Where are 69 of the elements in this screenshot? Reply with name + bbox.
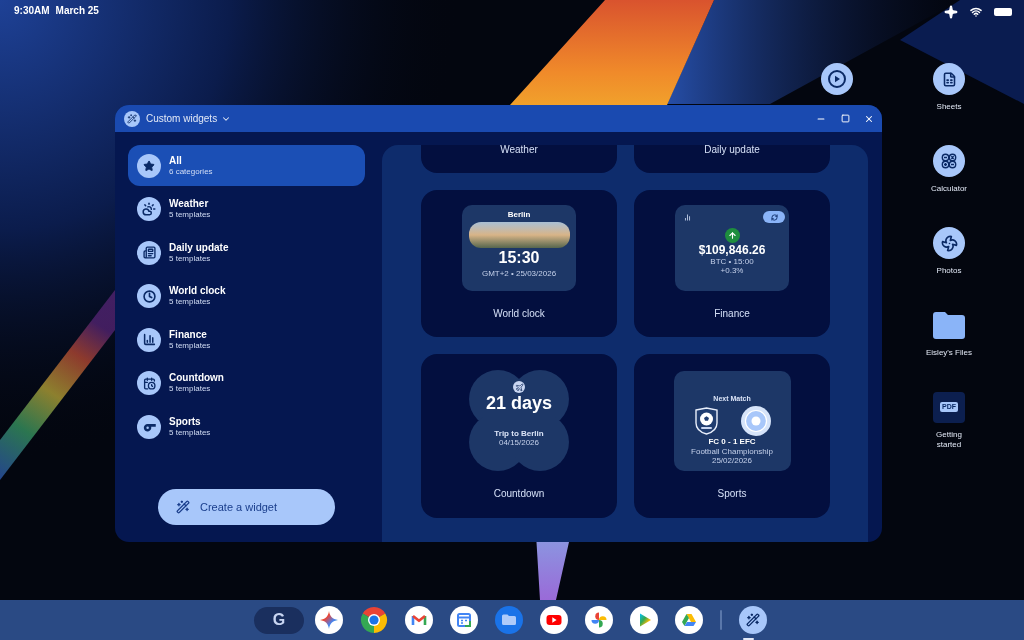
bar-chart-icon — [137, 327, 161, 352]
shortcut-label: Photos — [935, 266, 963, 276]
category-item[interactable]: Countdown 5 templates — [128, 362, 365, 404]
price-amount: $109,846.26 — [698, 243, 766, 257]
calendar-clock-icon — [137, 371, 161, 395]
whistle-icon — [137, 414, 161, 439]
category-item[interactable]: Weather 5 templates — [128, 188, 365, 230]
countdown-date: 04/15/2026 — [498, 438, 539, 447]
category-item[interactable]: All 6 categories — [128, 145, 365, 186]
widget-label: Finance — [714, 309, 750, 319]
widget-card[interactable]: $109,846.26 BTC • 15:00 +0.3% Finance — [634, 190, 830, 337]
calculator-icon[interactable] — [933, 145, 965, 177]
widget-card[interactable]: Berlin 15:30 GMT+2 • 25/03/2026 World clock — [421, 190, 617, 337]
wand-sparkle-icon — [124, 110, 140, 127]
match-score: FC 0 - 1 EFC — [708, 436, 756, 447]
folder-icon[interactable] — [495, 606, 523, 634]
pinwheel-icon[interactable] — [585, 606, 613, 634]
close-icon[interactable] — [864, 113, 874, 124]
sun-cloud-icon — [137, 197, 161, 221]
widget-label: Daily update — [704, 145, 760, 155]
category-item[interactable]: Sports 5 templates — [128, 406, 365, 447]
clock-time: 15:30 — [498, 250, 540, 266]
wifi-icon[interactable] — [970, 6, 982, 18]
price-change: +0.3% — [720, 266, 744, 275]
category-item[interactable]: Daily update 5 templates — [128, 232, 365, 273]
widget-label: Sports — [717, 489, 747, 499]
app-title-menu[interactable]: Custom widgets — [146, 112, 232, 125]
status-date: March 25 — [55, 5, 99, 17]
mail-icon[interactable] — [405, 606, 433, 634]
calendar-icon[interactable] — [450, 606, 478, 634]
shortcut-label: Getting started — [935, 430, 963, 450]
match-league: Football Championship — [691, 446, 773, 456]
launcher-button[interactable]: G — [254, 606, 304, 634]
battery-icon[interactable] — [994, 8, 1012, 16]
widget-label: World clock — [493, 309, 545, 319]
refresh-button[interactable] — [763, 211, 785, 223]
newspaper-icon — [137, 240, 161, 265]
status-time: 9:30AM — [14, 5, 50, 17]
countdown-title: Trip to Berlin — [494, 429, 544, 438]
widget-card[interactable]: Weather — [421, 145, 617, 173]
triangle-play-icon[interactable] — [630, 606, 658, 634]
clock-details: GMT+2 • 25/03/2026 — [481, 269, 557, 278]
widget-card[interactable]: 21 days Trip to Berlin 04/15/2026 Countdown — [421, 354, 617, 518]
wand-sparkle-icon — [176, 500, 190, 514]
countdown-days: 21 days — [485, 393, 553, 413]
maximize-icon[interactable] — [840, 114, 850, 123]
city-name: Berlin — [507, 210, 531, 219]
wand-sparkle-icon[interactable] — [739, 606, 767, 634]
browser-icon[interactable] — [360, 606, 388, 634]
sparkle-icon[interactable] — [944, 5, 958, 19]
widget-card[interactable]: Daily update — [634, 145, 830, 173]
create-widget-button[interactable]: Create a widget — [158, 489, 335, 525]
match-date: 25/02/2026 — [711, 455, 752, 465]
round-badge-icon — [740, 405, 771, 436]
widget-label: Weather — [500, 145, 538, 155]
play-circle-icon[interactable] — [821, 63, 853, 95]
clock-icon — [137, 284, 161, 308]
shortcut-label: Eisley's Files — [925, 348, 973, 358]
chart-icon — [684, 213, 691, 221]
play-video-icon[interactable] — [540, 606, 568, 634]
shortcut-label: Calculator — [930, 184, 968, 194]
arrow-up-icon — [724, 228, 740, 243]
price-details: BTC • 15:00 — [710, 257, 754, 266]
refresh-icon — [770, 213, 778, 221]
shortcut-label: Sheets — [935, 102, 963, 112]
category-item[interactable]: World clock 5 templates — [128, 275, 365, 317]
category-item[interactable]: Finance 5 templates — [128, 319, 365, 360]
sparkle-icon[interactable] — [315, 606, 343, 634]
widget-label: Countdown — [493, 489, 545, 499]
